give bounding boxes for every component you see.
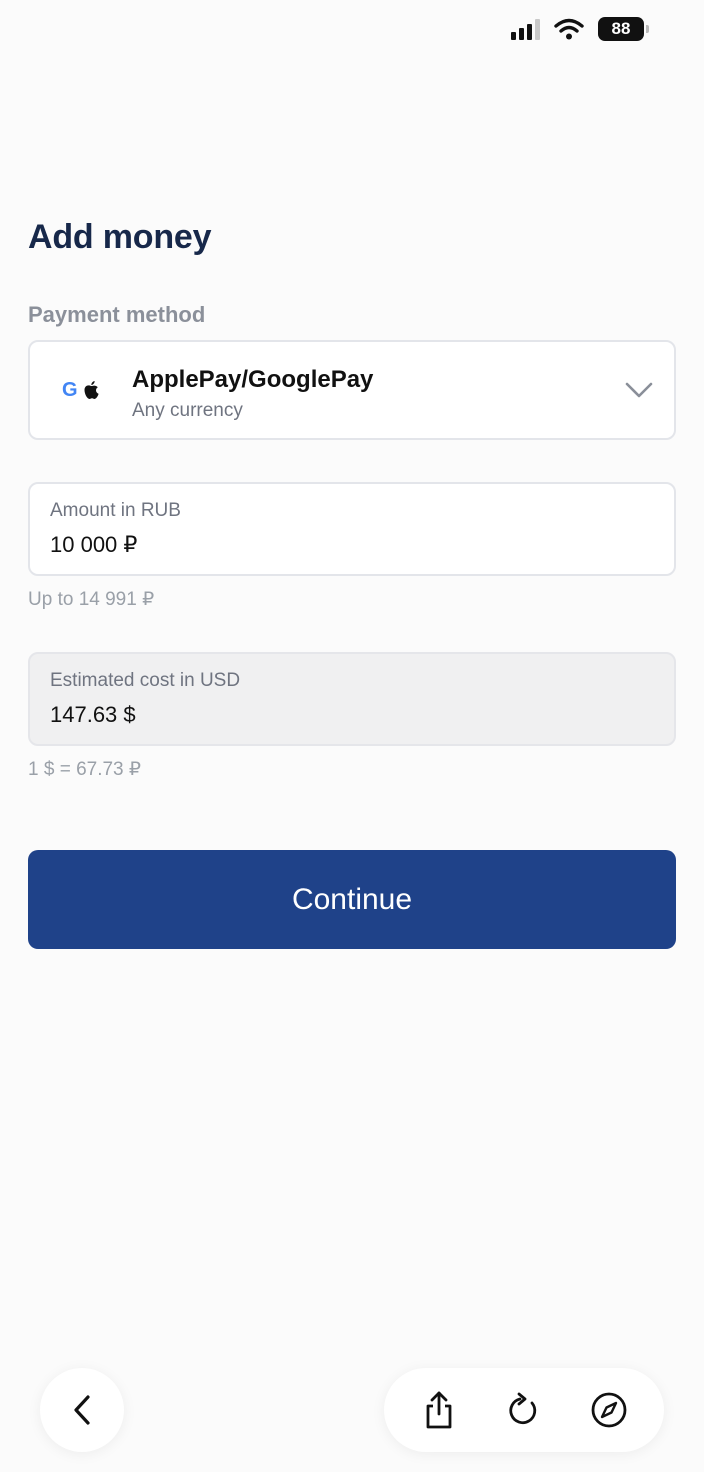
apple-logo-icon [84, 381, 99, 399]
compass-button[interactable] [581, 1382, 637, 1438]
amount-limit-hint: Up to 14 991 ₽ [28, 589, 155, 610]
payment-method-subtitle: Any currency [132, 400, 243, 421]
chevron-down-icon[interactable] [624, 378, 654, 402]
estimated-usd-value: 147.63 $ [50, 702, 136, 727]
browser-toolbar [384, 1368, 664, 1452]
back-icon [74, 1395, 90, 1425]
back-button[interactable] [40, 1368, 124, 1452]
battery-indicator: 88 [598, 17, 649, 41]
amount-rub-field[interactable]: Amount in RUB 10 000 ₽ [28, 482, 676, 576]
share-button[interactable] [411, 1382, 467, 1438]
battery-level: 88 [611, 19, 631, 38]
amount-rub-input[interactable]: 10 000 ₽ [50, 532, 137, 558]
share-icon [426, 1391, 452, 1429]
google-logo-icon: G [62, 379, 78, 401]
page-title: Add money [28, 218, 212, 256]
payment-method-select[interactable]: G ApplePay/GooglePay Any currency [28, 340, 676, 440]
wifi-icon [554, 18, 584, 40]
amount-rub-label: Amount in RUB [50, 500, 181, 521]
reload-button[interactable] [496, 1382, 552, 1438]
compass-icon [591, 1392, 627, 1428]
estimated-usd-label: Estimated cost in USD [50, 670, 241, 691]
payment-method-name: ApplePay/GooglePay [132, 366, 374, 393]
continue-button[interactable]: Continue [28, 850, 676, 949]
exchange-rate-hint: 1 $ = 67.73 ₽ [28, 759, 141, 780]
add-money-screen: 88 Add money Payment method G ApplePay/G… [0, 0, 704, 1472]
payment-method-icons: G [62, 380, 100, 400]
estimated-usd-field: Estimated cost in USD 147.63 $ [28, 652, 676, 746]
cellular-signal-icon [511, 18, 540, 40]
reload-icon [509, 1392, 537, 1425]
payment-method-label: Payment method [28, 302, 206, 327]
status-bar: 88 [511, 14, 649, 44]
